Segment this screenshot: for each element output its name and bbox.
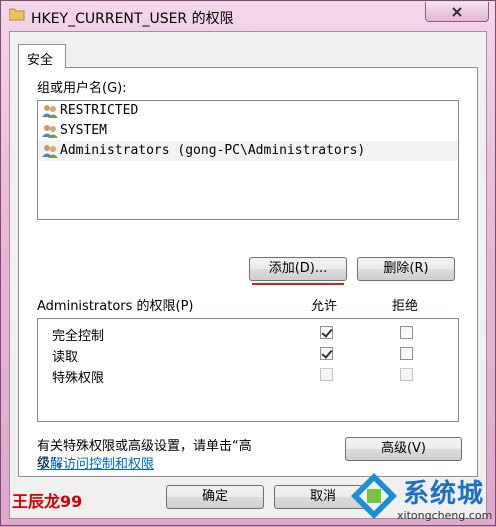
list-item-label: RESTRICTED <box>60 103 139 118</box>
users-listbox[interactable]: RESTRICTED SYSTEM Administrators (gong-P… <box>37 100 459 220</box>
title-bar[interactable]: HKEY_CURRENT_USER 的权限 <box>1 1 495 31</box>
permissions-dialog: HKEY_CURRENT_USER 的权限 安全 组或用户名(G): RESTR… <box>0 0 496 526</box>
site-url: xitongcheng.com <box>397 509 493 522</box>
highlight-underline <box>252 283 344 285</box>
add-button[interactable]: 添加(D)... <box>249 257 347 281</box>
close-button[interactable] <box>425 2 489 22</box>
user-group-icon <box>42 105 58 118</box>
tab-security[interactable]: 安全 <box>18 44 66 68</box>
list-item[interactable]: Administrators (gong-PC\Administrators) <box>38 141 458 161</box>
users-label: 组或用户名(G): <box>37 81 127 96</box>
ok-button[interactable]: 确定 <box>166 485 264 509</box>
remove-button[interactable]: 删除(R) <box>357 257 455 281</box>
perm-row-label: 读取 <box>52 350 79 365</box>
list-item-label: Administrators (gong-PC\Administrators) <box>60 143 366 158</box>
allow-checkbox-special <box>320 368 333 381</box>
close-icon <box>452 6 462 17</box>
perm-row-label: 特殊权限 <box>52 371 105 386</box>
list-item-label: SYSTEM <box>60 123 107 138</box>
deny-header: 拒绝 <box>392 299 419 314</box>
list-item[interactable]: SYSTEM <box>38 121 458 141</box>
user-group-icon <box>42 125 58 138</box>
folder-icon <box>9 8 25 21</box>
permissions-title: Administrators 的权限(P) <box>37 299 194 314</box>
deny-checkbox-special <box>400 368 413 381</box>
permissions-list: 完全控制 读取 特殊权限 <box>37 318 459 422</box>
allow-header: 允许 <box>311 299 338 314</box>
dialog-body: 安全 组或用户名(G): RESTRICTED SYSTEM Administr… <box>9 31 487 519</box>
site-name: 系统城 <box>403 479 485 509</box>
learn-access-control-link[interactable]: 了解访问控制和权限 <box>37 453 154 472</box>
window-title: HKEY_CURRENT_USER 的权限 <box>31 11 234 27</box>
deny-checkbox-full-control[interactable] <box>400 326 413 339</box>
security-tab-panel: 组或用户名(G): RESTRICTED SYSTEM Administrato… <box>18 67 478 477</box>
user-group-icon <box>42 145 58 158</box>
site-logo: 系统城 xitongcheng.com <box>349 469 496 527</box>
deny-checkbox-read[interactable] <box>400 347 413 360</box>
allow-checkbox-read[interactable] <box>320 347 333 360</box>
advanced-button[interactable]: 高级(V) <box>345 437 462 461</box>
list-item[interactable]: RESTRICTED <box>38 101 458 121</box>
site-logo-icon <box>351 473 397 519</box>
author-watermark: 王辰龙99 <box>12 492 83 511</box>
allow-checkbox-full-control[interactable] <box>320 326 333 339</box>
perm-row-label: 完全控制 <box>52 329 105 344</box>
